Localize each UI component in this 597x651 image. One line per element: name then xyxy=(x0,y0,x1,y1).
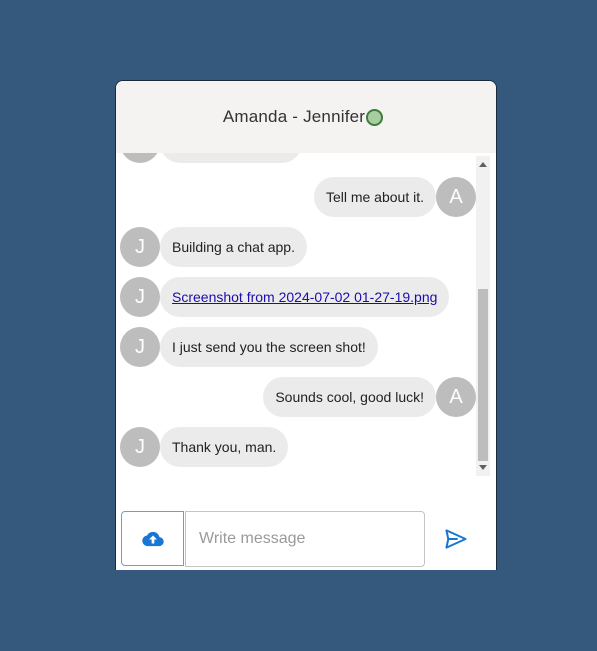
message-row: Tell me about it. A xyxy=(116,177,476,217)
online-status-indicator xyxy=(366,108,384,126)
avatar: J xyxy=(120,153,160,163)
message-bubble: Tell me about it. xyxy=(313,177,436,217)
send-button[interactable] xyxy=(436,519,476,559)
message-composer xyxy=(116,511,496,568)
avatar: A xyxy=(436,177,476,217)
chat-window: Amanda - Jennifer J Tell me about it. A … xyxy=(115,80,497,570)
avatar: J xyxy=(120,427,160,467)
message-bubble: Thank you, man. xyxy=(160,427,289,467)
message-bubble: I just send you the screen shot! xyxy=(160,327,378,367)
message-row: J Screenshot from 2024-07-02 01-27-19.pn… xyxy=(116,277,476,317)
message-list[interactable]: J Tell me about it. A J Building a chat … xyxy=(116,153,476,483)
message-input[interactable] xyxy=(185,511,425,567)
send-icon xyxy=(445,529,467,549)
scroll-down-arrow-icon[interactable] xyxy=(479,465,487,470)
attachment-link[interactable]: Screenshot from 2024-07-02 01-27-19.png xyxy=(172,289,437,305)
avatar: J xyxy=(120,277,160,317)
message-row: Sounds cool, good luck! A xyxy=(116,377,476,417)
avatar: J xyxy=(120,227,160,267)
scroll-up-arrow-icon[interactable] xyxy=(479,162,487,167)
message-row: J I just send you the screen shot! xyxy=(116,327,476,367)
cloud-upload-icon xyxy=(141,531,164,546)
message-bubble: Sounds cool, good luck! xyxy=(263,377,436,417)
chat-title: Amanda - Jennifer xyxy=(222,107,366,126)
scrollbar-thumb[interactable] xyxy=(478,289,488,461)
message-row: J Building a chat app. xyxy=(116,227,476,267)
message-row: J xyxy=(116,153,476,163)
avatar: J xyxy=(120,327,160,367)
message-bubble: Building a chat app. xyxy=(160,227,307,267)
chat-header: Amanda - Jennifer xyxy=(116,81,496,153)
message-bubble: Screenshot from 2024-07-02 01-27-19.png xyxy=(160,277,450,317)
upload-button[interactable] xyxy=(121,511,184,566)
avatar: A xyxy=(436,377,476,417)
message-row: J Thank you, man. xyxy=(116,427,476,467)
message-bubble xyxy=(160,153,302,163)
message-list-scrollbar[interactable] xyxy=(476,156,490,476)
